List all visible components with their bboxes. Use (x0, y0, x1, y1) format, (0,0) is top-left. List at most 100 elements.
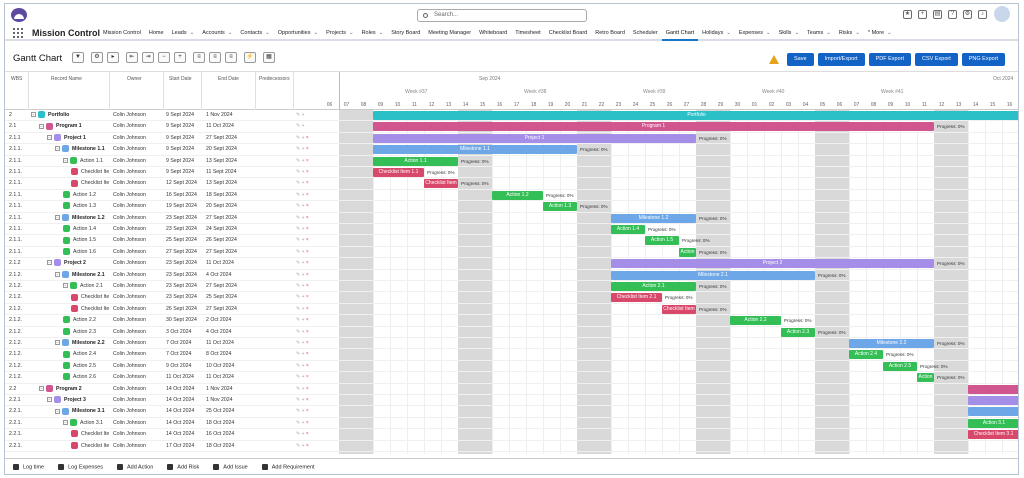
gantt-bar[interactable]: Action 1.2 (492, 190, 543, 200)
row-actions[interactable]: ✎ + × (296, 235, 336, 246)
footer-action-5[interactable]: Add Requirement (261, 464, 315, 471)
delete-icon[interactable]: × (306, 317, 309, 323)
nav-item-7[interactable]: Roles ⌄ (358, 26, 388, 41)
gantt-bar[interactable]: Action 2.4 (849, 350, 883, 360)
gantt-bar[interactable]: Checklist Item (662, 304, 696, 314)
gear-icon[interactable]: ⚙ (963, 10, 972, 19)
table-row[interactable]: 2.1.2. Checklist Ite Colin Johnson 26 Sept … (5, 304, 1018, 316)
delete-icon[interactable]: × (306, 306, 309, 312)
record-name-cell[interactable]: − Milestone 2.1 (55, 270, 109, 281)
table-row[interactable]: 2.2.1. − Milestone 3.1 Colin Johnson 14 Oct … (5, 406, 1018, 418)
delete-icon[interactable]: × (306, 146, 309, 152)
align-right-icon[interactable]: ≡ (225, 52, 237, 63)
record-name-cell[interactable]: − Project 3 (47, 395, 109, 406)
record-name-cell[interactable]: − Milestone 1.2 (55, 213, 109, 224)
table-row[interactable]: 2.1.1. − Milestone 1.1 Colin Johnson 9 Sept … (5, 144, 1018, 156)
delete-icon[interactable]: × (306, 420, 309, 426)
table-row[interactable]: 2.2.1. − Action 3.1 Colin Johnson 14 Oct 202… (5, 418, 1018, 430)
png-exportbutton[interactable]: PNG Export (961, 53, 1006, 66)
record-name-cell[interactable]: Action 2.5 (63, 361, 109, 372)
row-actions[interactable]: ✎ + (296, 110, 336, 121)
gantt-bar[interactable]: Portfolio (373, 111, 1018, 120)
gantt-bar[interactable]: Action 1.5 (645, 236, 679, 246)
record-name-cell[interactable]: − Milestone 2.2 (55, 338, 109, 349)
nav-item-15[interactable]: Gantt Chart (661, 26, 699, 41)
gantt-bar[interactable]: Action 1.1 (373, 156, 458, 166)
collapse-toggle-icon[interactable]: − (55, 340, 60, 346)
row-actions[interactable]: ✎ + × (296, 224, 336, 235)
avatar[interactable] (994, 6, 1010, 22)
nav-item-21[interactable]: * More ⌄ (864, 26, 896, 41)
row-actions[interactable]: ✎ + × (296, 156, 336, 167)
warning-icon[interactable] (769, 55, 779, 64)
gantt-bar[interactable]: Action 3.1 (968, 418, 1018, 428)
row-actions[interactable]: ✎ + × (296, 384, 336, 395)
add-icon[interactable]: + (302, 112, 305, 118)
gantt-bar[interactable]: Action 2.2 (730, 316, 781, 326)
help-icon[interactable]: ? (948, 10, 957, 19)
collapse-toggle-icon[interactable]: − (47, 260, 52, 266)
collapse-toggle-icon[interactable]: − (55, 214, 60, 220)
chevron-down-icon[interactable]: ⌄ (349, 30, 354, 36)
record-name-cell[interactable]: Checklist Ite (71, 178, 109, 189)
savebutton[interactable]: Save (787, 53, 814, 66)
row-actions[interactable]: ✎ + × (296, 247, 336, 258)
collapse-toggle-icon[interactable]: − (63, 283, 68, 289)
collapse-toggle-icon[interactable]: − (63, 157, 68, 163)
chevron-down-icon[interactable]: ⌄ (766, 30, 771, 36)
record-name-cell[interactable]: − Action 1.1 (63, 156, 109, 167)
row-actions[interactable]: ✎ + × (296, 281, 336, 292)
row-actions[interactable]: ✎ + × (296, 270, 336, 281)
record-name-cell[interactable]: − Action 3.1 (63, 418, 109, 429)
table-row[interactable]: 2.1.2. Checklist Ite Colin Johnson 23 Sept … (5, 292, 1018, 304)
record-name-cell[interactable]: Checklist Ite (71, 304, 109, 315)
record-name-cell[interactable]: − Project 1 (47, 133, 109, 144)
record-name-cell[interactable]: Action 1.2 (63, 190, 109, 201)
row-actions[interactable]: ✎ + × (296, 167, 336, 178)
header-start-date[interactable]: Start Date (169, 76, 192, 82)
table-row[interactable]: 2.1.2. Action 2.4 Colin Johnson 7 Oct 2024 8… (5, 349, 1018, 361)
record-name-cell[interactable]: − Milestone 1.1 (55, 144, 109, 155)
row-actions[interactable]: ✎ + × (296, 338, 336, 349)
delete-icon[interactable]: × (306, 260, 309, 266)
table-row[interactable]: 2.1.2. − Action 2.1 Colin Johnson 23 Sept 20… (5, 281, 1018, 293)
row-actions[interactable]: ✎ + × (296, 258, 336, 269)
table-row[interactable]: 2.1.2. − Milestone 2.1 Colin Johnson 23 Sept… (5, 270, 1018, 281)
nav-item-13[interactable]: Retro Board (591, 26, 629, 41)
filter-icon[interactable]: ▼ (72, 52, 84, 63)
align-left-icon[interactable]: ≡ (193, 52, 205, 63)
delete-icon[interactable]: × (306, 180, 309, 186)
table-row[interactable]: 2.1 − Program 1 Colin Johnson 9 Sept 2024 11 … (5, 121, 1018, 133)
favorites-icon[interactable]: ★ (903, 10, 912, 19)
row-actions[interactable]: ✎ + (296, 121, 336, 132)
chevron-down-icon[interactable]: ⌄ (265, 30, 270, 36)
gantt-bar[interactable]: Action 2.5 (883, 361, 917, 371)
record-name-cell[interactable]: − Program 2 (39, 384, 109, 395)
record-name-cell[interactable]: − Program 1 (39, 121, 109, 132)
gantt-bar[interactable]: Milestone 1.2 (611, 213, 696, 223)
gantt-bar[interactable]: Action (917, 373, 934, 383)
nav-item-8[interactable]: Story Board (387, 26, 424, 41)
delete-icon[interactable]: × (306, 158, 309, 164)
table-row[interactable]: 2.1.1. Action 1.3 Colin Johnson 19 Sept 202… (5, 201, 1018, 213)
add-icon[interactable]: + (302, 123, 305, 129)
record-name-cell[interactable]: Action 2.2 (63, 315, 109, 326)
delete-icon[interactable]: × (306, 237, 309, 243)
collapse-toggle-icon[interactable]: − (47, 397, 52, 403)
row-actions[interactable]: ✎ + × (296, 292, 336, 303)
delete-icon[interactable]: × (306, 226, 309, 232)
collapse-toggle-icon[interactable]: − (55, 271, 60, 277)
nav-item-1[interactable]: Home (145, 26, 168, 41)
record-name-cell[interactable]: − Portfolio (31, 110, 109, 121)
footer-action-3[interactable]: Add Risk (167, 464, 199, 471)
calendar-icon[interactable]: ▦ (263, 52, 275, 63)
record-name-cell[interactable]: Checklist Ite (71, 429, 109, 440)
delete-icon[interactable]: × (306, 374, 309, 380)
lightning-icon[interactable]: ⚡ (244, 52, 256, 63)
table-row[interactable]: 2.1.1. Action 1.4 Colin Johnson 23 Sept 202… (5, 224, 1018, 236)
collapse-toggle-icon[interactable]: − (55, 408, 60, 414)
header-wbs[interactable]: WBS (11, 76, 22, 82)
nav-item-2[interactable]: Leads ⌄ (168, 26, 199, 41)
record-name-cell[interactable]: − Project 2 (47, 258, 109, 269)
table-row[interactable]: 2.1.1. − Action 1.1 Colin Johnson 9 Sept 202… (5, 156, 1018, 167)
